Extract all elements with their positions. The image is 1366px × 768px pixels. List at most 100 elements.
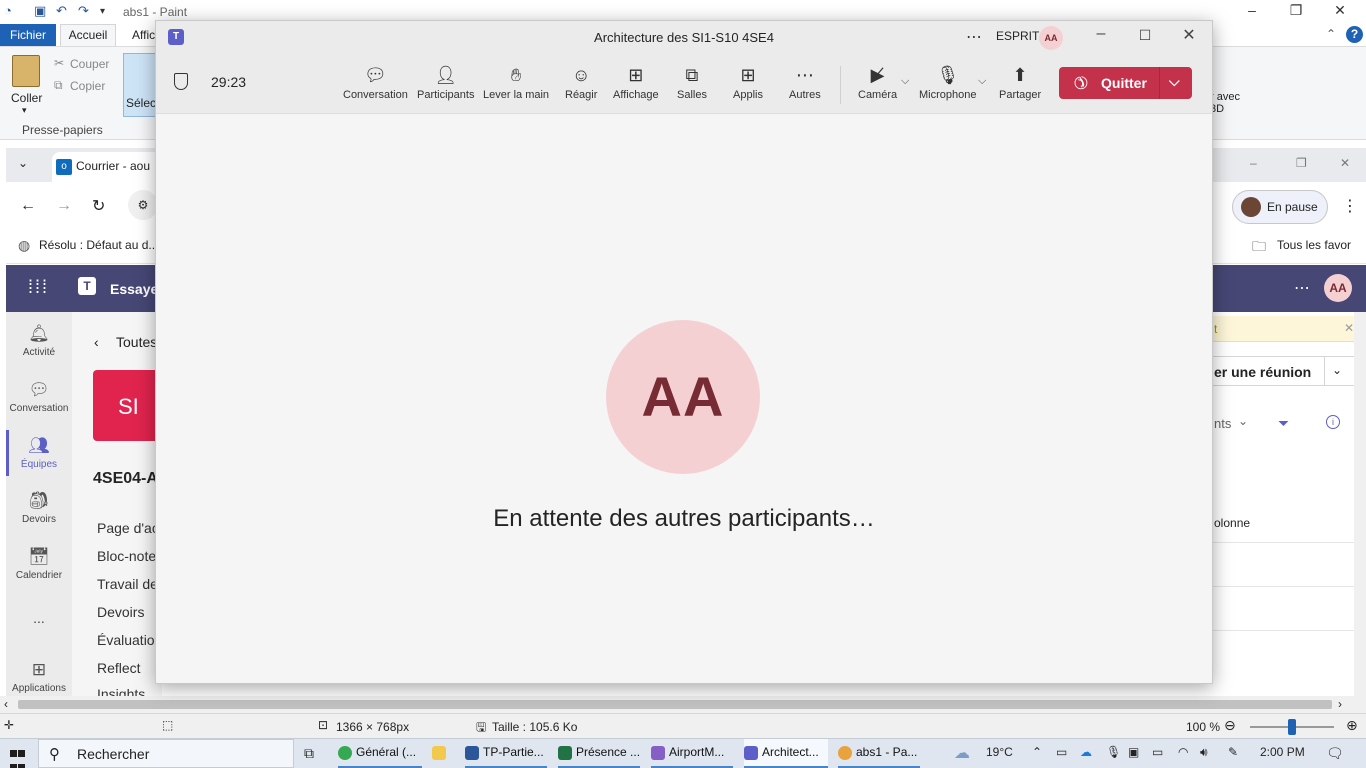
all-teams-link[interactable]: Toutes <box>116 334 157 350</box>
right-scrollbar[interactable] <box>1354 312 1366 696</box>
rooms-button[interactable]: ⧉ Salles <box>677 64 707 101</box>
edge-minimize-button[interactable]: – <box>1250 156 1257 170</box>
maximize-button[interactable]: ☐ <box>1133 27 1157 44</box>
microphone-options-chevron-icon[interactable]: ⌵ <box>978 75 986 88</box>
taskbar-app-visualstudio[interactable]: AirportM... <box>651 739 733 768</box>
taskbar-app-teams[interactable]: Architect... <box>744 739 828 768</box>
zoom-slider-thumb[interactable] <box>1288 719 1296 735</box>
copy-button[interactable]: Copier <box>70 79 105 93</box>
channel-item[interactable]: Bloc-note <box>97 548 156 564</box>
clock[interactable]: 2:00 PM <box>1260 745 1305 759</box>
chat-button[interactable]: 💬︎ Conversation <box>343 64 408 101</box>
paste-icon[interactable] <box>12 55 40 87</box>
taskbar-app-excel[interactable]: Présence ... <box>558 739 640 768</box>
react-button[interactable]: ☺ Réagir <box>565 64 597 101</box>
display-icon[interactable]: ▣ <box>1128 745 1139 759</box>
apps-button[interactable]: ⊞ Applis <box>733 64 763 101</box>
back-icon[interactable]: ← <box>20 197 36 215</box>
volume-icon[interactable]: 🔊︎ <box>1200 745 1208 760</box>
view-button[interactable]: ⊞ Affichage <box>613 64 659 101</box>
more-button[interactable]: ⋯ Autres <box>789 64 821 101</box>
edge-close-button[interactable]: ✕ <box>1340 156 1350 170</box>
cut-button[interactable]: Couper <box>70 57 109 71</box>
paste-button[interactable]: Coller <box>11 91 42 105</box>
paint-restore-button[interactable]: ❐ <box>1286 2 1306 19</box>
channel-item[interactable]: Évaluation <box>97 632 162 648</box>
undo-icon[interactable]: ↶ <box>56 3 67 19</box>
rail-calendar[interactable]: 📅︎ Calendrier <box>6 547 72 581</box>
rail-chat[interactable]: 💬︎ Conversation <box>6 380 72 414</box>
channel-item[interactable]: Reflect <box>97 660 141 676</box>
save-icon[interactable]: ▣ <box>34 3 46 19</box>
channel-item[interactable]: Travail de <box>97 576 158 592</box>
tab-fichier[interactable]: Fichier <box>0 24 56 46</box>
more-options-icon[interactable]: ⋯ <box>966 27 983 47</box>
paint-close-button[interactable]: ✕ <box>1330 2 1350 19</box>
leave-options-chevron-icon[interactable]: ⌵ <box>1169 73 1180 90</box>
task-view-icon[interactable]: ⧉ <box>304 745 314 762</box>
cut-icon[interactable]: ✂ <box>54 56 64 70</box>
select-button[interactable]: Sélect <box>123 53 159 117</box>
weather-icon[interactable]: ☁ <box>954 743 970 763</box>
teams-user-avatar[interactable]: AA <box>1324 274 1352 302</box>
channel-item[interactable]: Insights <box>97 686 145 696</box>
camera-options-chevron-icon[interactable]: ⌵ <box>901 75 909 88</box>
copy-icon[interactable]: ⧉ <box>54 78 63 93</box>
app-launcher-icon[interactable]: ⁞⁞⁞ <box>28 277 49 298</box>
zoom-out-icon[interactable]: ⊖ <box>1224 717 1236 734</box>
tab-accueil[interactable]: Accueil <box>60 24 116 46</box>
zoom-in-icon[interactable]: ⊕ <box>1346 717 1358 734</box>
profile-pause-button[interactable]: En pause <box>1232 190 1328 224</box>
all-favorites-link[interactable]: Tous les favor <box>1277 238 1351 252</box>
camera-button[interactable]: ▶̸ Caméra <box>858 64 897 101</box>
scroll-left-icon[interactable]: ‹ <box>4 697 8 711</box>
tab-actions-chevron-icon[interactable]: ⌄ <box>18 156 28 170</box>
edge-restore-button[interactable]: ❐ <box>1296 156 1307 170</box>
participants-button[interactable]: 👤︎ Participants <box>417 64 474 101</box>
rail-activity[interactable]: 🔔︎ Activité <box>6 324 72 358</box>
ribbon-collapse-icon[interactable]: ⌃ <box>1326 27 1336 41</box>
taskbar-app-paint[interactable]: abs1 - Pa... <box>838 739 920 768</box>
share-button[interactable]: ⬆ Partager <box>999 64 1041 101</box>
taskbar-app-word[interactable]: TP-Partie... <box>465 739 547 768</box>
scroll-right-icon[interactable]: › <box>1338 697 1342 711</box>
minimize-button[interactable]: – <box>1089 25 1113 43</box>
onedrive-icon[interactable]: ☁ <box>1080 745 1092 759</box>
schedule-meeting-button[interactable]: er une réunion ⌄ <box>1212 356 1360 386</box>
info-icon[interactable]: i <box>1326 415 1340 429</box>
site-info-icon[interactable]: ⚙ <box>128 190 158 220</box>
paste-chevron-icon[interactable]: ▾ <box>22 105 27 116</box>
taskbar-app-chrome[interactable]: Général (... <box>338 739 422 768</box>
pen-icon[interactable]: ✎ <box>1228 745 1238 759</box>
start-button[interactable] <box>10 747 26 768</box>
close-button[interactable]: ✕ <box>1177 25 1201 45</box>
paint-horizontal-scrollbar[interactable]: ‹ › <box>0 696 1366 713</box>
filter-icon[interactable]: ⏷ <box>1278 415 1289 432</box>
leave-button[interactable]: ✆ Quitter ⌵ <box>1059 67 1192 99</box>
rail-apps[interactable]: ⊞ Applications <box>6 660 72 694</box>
wifi-icon[interactable]: ◠ <box>1178 745 1188 759</box>
notice-close-icon[interactable]: ✕ <box>1344 321 1354 335</box>
customize-qat-icon[interactable]: ▾ <box>100 6 105 17</box>
rail-more[interactable]: ... <box>6 610 72 626</box>
channel-item[interactable]: Page d'ac <box>97 520 159 536</box>
scroll-thumb[interactable] <box>18 700 1332 709</box>
battery-icon[interactable]: ▭ <box>1152 745 1163 759</box>
chevron-down-icon[interactable]: ⌄ <box>1238 414 1248 428</box>
help-icon[interactable]: ? <box>1346 26 1363 43</box>
microphone-tray-icon[interactable]: 🎙︎ <box>1106 745 1121 759</box>
forward-icon[interactable]: → <box>56 197 72 215</box>
taskbar-search-box[interactable]: ⚲ Rechercher <box>38 739 294 768</box>
rail-assignments[interactable]: 🎒︎ Devoirs <box>6 491 72 525</box>
channel-item[interactable]: Devoirs <box>97 604 144 620</box>
organization-name[interactable]: ESPRIT <box>996 29 1039 43</box>
favorite-item[interactable]: Résolu : Défaut au d... <box>39 238 158 252</box>
paint-minimize-button[interactable]: – <box>1242 2 1262 18</box>
show-hidden-icons-icon[interactable]: ⌃ <box>1032 745 1042 759</box>
shield-icon[interactable] <box>174 73 188 90</box>
temperature[interactable]: 19°C <box>986 745 1013 759</box>
edge-menu-icon[interactable]: ⋮ <box>1342 196 1358 216</box>
meet-icon[interactable]: ▭ <box>1056 745 1067 759</box>
refresh-icon[interactable]: ↻ <box>92 196 105 216</box>
teams-more-icon[interactable]: ⋯ <box>1294 278 1310 298</box>
